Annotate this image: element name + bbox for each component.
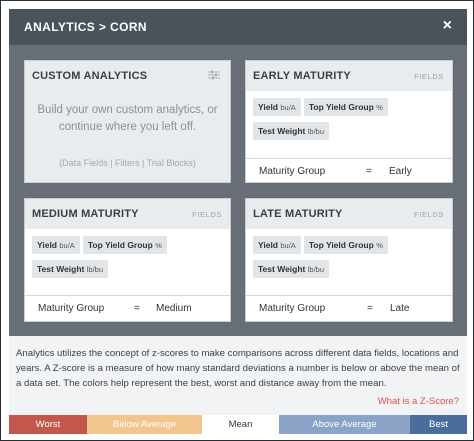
- close-icon[interactable]: ×: [443, 17, 452, 35]
- field-chip: Yield bu/A: [253, 98, 301, 116]
- adjust-icon[interactable]: [208, 69, 220, 83]
- card-fields-label: FIELDS: [414, 72, 444, 81]
- card-header: EARLY MATURITY FIELDS: [246, 61, 452, 91]
- filter-operator: =: [367, 303, 373, 314]
- custom-hint: (Data Fields | Filters | Trial Blocks): [59, 158, 196, 168]
- maturity-filter-row: Maturity Group = Medium: [25, 295, 230, 321]
- zscore-legend: Worst Below Average Mean Above Average B…: [9, 415, 467, 434]
- card-header: CUSTOM ANALYTICS: [25, 61, 230, 91]
- filter-operator: =: [134, 303, 140, 314]
- card-header: MEDIUM MATURITY FIELDS: [25, 199, 230, 229]
- legend-mean: Mean: [202, 415, 279, 434]
- legend-best: Best: [410, 415, 467, 434]
- cards-area: CUSTOM ANALYTICS Build your own custom a…: [9, 45, 467, 336]
- card-title: CUSTOM ANALYTICS: [32, 70, 148, 82]
- maturity-filter-row: Maturity Group = Early: [246, 158, 452, 184]
- maturity-filter-row: Maturity Group = Late: [246, 295, 452, 321]
- custom-analytics-card[interactable]: CUSTOM ANALYTICS Build your own custom a…: [24, 60, 231, 183]
- field-chip: Top Yield Group %: [82, 236, 167, 254]
- modal-title: ANALYTICS > CORN: [24, 20, 147, 34]
- prompt-line: continue where you left off.: [58, 121, 197, 133]
- filter-operator: =: [366, 166, 372, 177]
- filter-value: Late: [390, 303, 410, 314]
- early-maturity-card[interactable]: EARLY MATURITY FIELDS Yield bu/A Top Yiel…: [245, 60, 453, 183]
- late-maturity-card[interactable]: LATE MATURITY FIELDS Yield bu/A Top Yield…: [245, 198, 453, 322]
- filter-value: Early: [389, 166, 412, 177]
- legend-above-average: Above Average: [279, 415, 410, 434]
- filter-label: Maturity Group: [259, 166, 326, 177]
- field-chip: Test Weight lb/bu: [253, 122, 330, 140]
- modal-header: ANALYTICS > CORN ×: [9, 9, 467, 45]
- card-title: EARLY MATURITY: [253, 70, 351, 82]
- field-chip: Top Yield Group %: [303, 98, 388, 116]
- custom-prompt: Build your own custom analytics, or cont…: [35, 102, 220, 136]
- zscore-description: Analytics utilizes the concept of z-scor…: [16, 348, 460, 389]
- filter-label: Maturity Group: [38, 303, 105, 314]
- card-fields-label: FIELDS: [192, 210, 222, 219]
- filter-value: Medium: [156, 303, 192, 314]
- field-chip: Test Weight lb/bu: [32, 260, 109, 278]
- zscore-help-link[interactable]: What is a Z-Score?: [378, 396, 459, 407]
- card-title: LATE MATURITY: [253, 208, 343, 220]
- legend-below-average: Below Average: [87, 415, 202, 434]
- field-chips: Yield bu/A Top Yield Group % Test Weight …: [253, 97, 445, 145]
- field-chips: Yield bu/A Top Yield Group % Test Weight …: [253, 235, 445, 283]
- field-chip: Yield bu/A: [32, 236, 80, 254]
- card-title: MEDIUM MATURITY: [32, 208, 139, 220]
- filter-label: Maturity Group: [259, 303, 326, 314]
- prompt-line: Build your own custom analytics, or: [37, 104, 218, 116]
- field-chips: Yield bu/A Top Yield Group % Test Weight …: [32, 235, 223, 283]
- legend-worst: Worst: [9, 415, 87, 434]
- analytics-modal: ANALYTICS > CORN × CUSTOM ANALYTICS Buil…: [0, 0, 474, 441]
- field-chip: Top Yield Group %: [303, 236, 388, 254]
- card-fields-label: FIELDS: [414, 210, 444, 219]
- field-chip: Test Weight lb/bu: [253, 260, 330, 278]
- card-header: LATE MATURITY FIELDS: [246, 199, 452, 229]
- medium-maturity-card[interactable]: MEDIUM MATURITY FIELDS Yield bu/A Top Yie…: [24, 198, 231, 322]
- zscore-info: Analytics utilizes the concept of z-scor…: [9, 336, 467, 415]
- field-chip: Yield bu/A: [253, 236, 301, 254]
